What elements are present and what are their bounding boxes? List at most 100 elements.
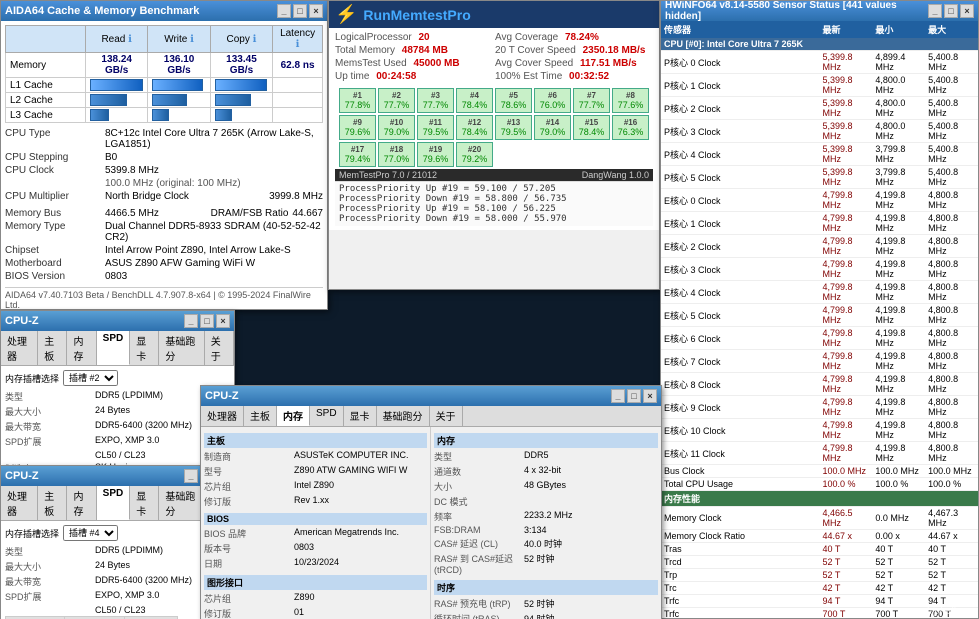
rmt-cpu-cell: #676.0% [534,88,571,113]
cpuz1-field-row: 最大大小24 Bytes [5,404,230,419]
rmt-stat-up: Up time 00:24:58 [335,71,493,82]
hwinfo-window: HWiNFO64 v8.14-5580 Sensor Status [441 v… [660,0,979,619]
cpuz3-mem-fields: 类型DDR5通道数4 x 32-bit大小48 GBytesDC 模式频率223… [434,449,658,576]
aida-minimize-btn[interactable]: _ [277,4,291,18]
cpuz2-field-label: 最大带宽 [5,575,95,588]
cpuz1-minimize[interactable]: _ [184,314,198,328]
cpuz3-minimize[interactable]: _ [611,389,625,403]
rmt-stat-avg: Avg Coverage 78.24% [495,32,653,43]
hwinfo-max: 5,400.8 MHz [925,97,978,120]
cpuz3-tabs: 处理器 主板 内存 SPD 显卡 基础跑分 关于 [201,406,661,427]
hwinfo-cur: 4,466.5 MHz [820,507,873,530]
hwinfo-row: E核心 9 Clock4,799.8 MHz4,199.8 MHz4,800.8… [661,396,978,419]
cpuz1-tab-bench[interactable]: 基础跑分 [159,331,204,365]
rmt-log-line: ProcessPriority Up #19 = 58.100 / 56.225 [339,204,649,214]
hwinfo-max: 100.0 % [925,478,978,491]
hwinfo-row: Trc42 T42 T42 T [661,582,978,595]
hwinfo-cur: 52 T [820,556,873,569]
cpuz2-tab-mobo[interactable]: 主板 [38,486,67,520]
chipset-value: Intel Arrow Point Z890, Intel Arrow Lake… [105,245,323,256]
hwinfo-min: 4,800.0 MHz [872,97,925,120]
cpuz1-tab-mem[interactable]: 内存 [67,331,96,365]
cpuz3-close[interactable]: × [643,389,657,403]
cpuz3-tab-proc[interactable]: 处理器 [201,406,244,426]
bench-col-write: Write ℹ [148,26,210,53]
rmt-lp-val: 20 [419,32,430,43]
cpuz3-tab-mobo[interactable]: 主板 [244,406,277,426]
hwinfo-row: P核心 2 Clock5,399.8 MHz4,800.0 MHz5,400.8… [661,97,978,120]
cpuz3-mobo-fields: 制造商ASUSTeK COMPUTER INC.型号Z890 ATW GAMIN… [204,449,427,509]
hwinfo-sensor-name: Trp [661,569,820,582]
hwinfo-window-controls: _ □ × [928,4,974,18]
cpuz1-close[interactable]: × [216,314,230,328]
hwinfo-row: Total CPU Usage100.0 %100.0 %100.0 % [661,478,978,491]
bench-val-l1-latency [273,78,323,93]
hwinfo-maximize-btn[interactable]: □ [944,4,958,18]
cpuz3-gfx-row: 修订版01 [204,606,427,619]
cpuz2-slot-select[interactable]: 插槽 #4 [63,525,118,541]
cpuz2-tab-bench[interactable]: 基础跑分 [159,486,204,520]
hwinfo-sensor-name: P核心 0 Clock [661,51,820,74]
hwinfo-row: Trp52 T52 T52 T [661,569,978,582]
aida-close-btn[interactable]: × [309,4,323,18]
hwinfo-cur: 4,799.8 MHz [820,235,873,258]
cpuz2-field-row: CL50 / CL23 [5,604,230,616]
cpuz2-tab-gpu[interactable]: 显卡 [130,486,159,520]
cpuz3-tab-mem[interactable]: 内存 [277,406,310,426]
cpuz2-field-label [5,605,95,615]
hwinfo-max: 44.67 x [925,530,978,543]
cpuz2-minimize[interactable]: _ [184,469,198,483]
hwinfo-close-btn[interactable]: × [960,4,974,18]
cpuz3-tab-about[interactable]: 关于 [430,406,463,426]
cpuz2-field-row: SPD扩展EXPO, XMP 3.0 [5,589,230,604]
aida-maximize-btn[interactable]: □ [293,4,307,18]
cpuz3-tab-gpu[interactable]: 显卡 [344,406,377,426]
hwinfo-cur: 700 T [820,608,873,619]
cpuz3-tab-spd[interactable]: SPD [310,406,344,426]
cpuz3-mobo-row: 型号Z890 ATW GAMING WIFI W [204,464,427,479]
cpuz1-tab-spd[interactable]: SPD [97,331,131,365]
rmt-mu-label: MemsTest Used [335,58,407,69]
bench-bar-l1-copy [210,78,272,93]
hwinfo-content[interactable]: 传感器 最新 最小 最大 CPU [#0]: Intel Core Ultra … [661,21,978,618]
cpuz3-controls: _ □ × [611,389,657,403]
hwinfo-table: 传感器 最新 最小 最大 CPU [#0]: Intel Core Ultra … [661,21,978,618]
hwinfo-row: E核心 0 Clock4,799.8 MHz4,199.8 MHz4,800.8… [661,189,978,212]
cpuz2-tab-spd[interactable]: SPD [97,486,131,520]
hwinfo-min: 0.0 MHz [872,507,925,530]
hwinfo-min: 4,199.8 MHz [872,304,925,327]
aida-window: AIDA64 Cache & Memory Benchmark _ □ × Re… [0,0,328,310]
hwinfo-cur: 42 T [820,582,873,595]
bench-col-read: Read ℹ [86,26,148,53]
cpuz3-timings-fields: RAS# 预充电 (tRP)52 时钟循环时间 (tRAS)94 时钟Row R… [434,596,658,619]
cpuz1-tab-mobo[interactable]: 主板 [38,331,67,365]
rmt-cpu-cell: #1479.0% [534,115,571,140]
cpuz3-maximize[interactable]: □ [627,389,641,403]
cpuz1-slot-select[interactable]: 插槽 #2 [63,370,118,386]
cpuz2-tab-mem[interactable]: 内存 [67,486,96,520]
rmt-cpu-cell: #377.7% [417,88,454,113]
cpu-stepping-value: B0 [105,152,323,163]
cpuz3-mobo-panel: 主板 制造商ASUSTeK COMPUTER INC.型号Z890 ATW GA… [201,427,431,619]
hwinfo-row: P核心 0 Clock5,399.8 MHz4,899.4 MHz5,400.8… [661,51,978,74]
cpuz3-tab-bench[interactable]: 基础跑分 [377,406,430,426]
cpuz3-mem-panel: 内存 类型DDR5通道数4 x 32-bit大小48 GBytesDC 模式频率… [431,427,661,619]
cpuz2-tab-proc[interactable]: 处理器 [1,486,38,520]
hwinfo-cur: 4,799.8 MHz [820,327,873,350]
cpuz1-tab-gpu[interactable]: 显卡 [130,331,159,365]
cpu-stepping-label: CPU Stepping [5,152,105,163]
cpuz3-mem-row: FSB:DRAM3:134 [434,524,658,536]
cpuz1-tab-about[interactable]: 关于 [205,331,234,365]
cpuz1-tab-proc[interactable]: 处理器 [1,331,38,365]
hwinfo-max: 4,800.8 MHz [925,419,978,442]
cpuz1-maximize[interactable]: □ [200,314,214,328]
rmt-cpu-cell: #1676.3% [612,115,649,140]
rmt-footer-right: DangWang 1.0.0 [582,170,649,180]
hwinfo-minimize-btn[interactable]: _ [928,4,942,18]
hwinfo-max: 4,800.8 MHz [925,235,978,258]
hwinfo-title-bar: HWiNFO64 v8.14-5580 Sensor Status [441 v… [661,1,978,21]
cpuz3-bios-fields: BIOS 品牌American Megatrends Inc.版本号0803日期… [204,526,427,571]
hwinfo-sensor-name: E核心 9 Clock [661,396,820,419]
bench-bar-l1-read [86,78,148,93]
bench-bar-l3-read [86,108,148,123]
